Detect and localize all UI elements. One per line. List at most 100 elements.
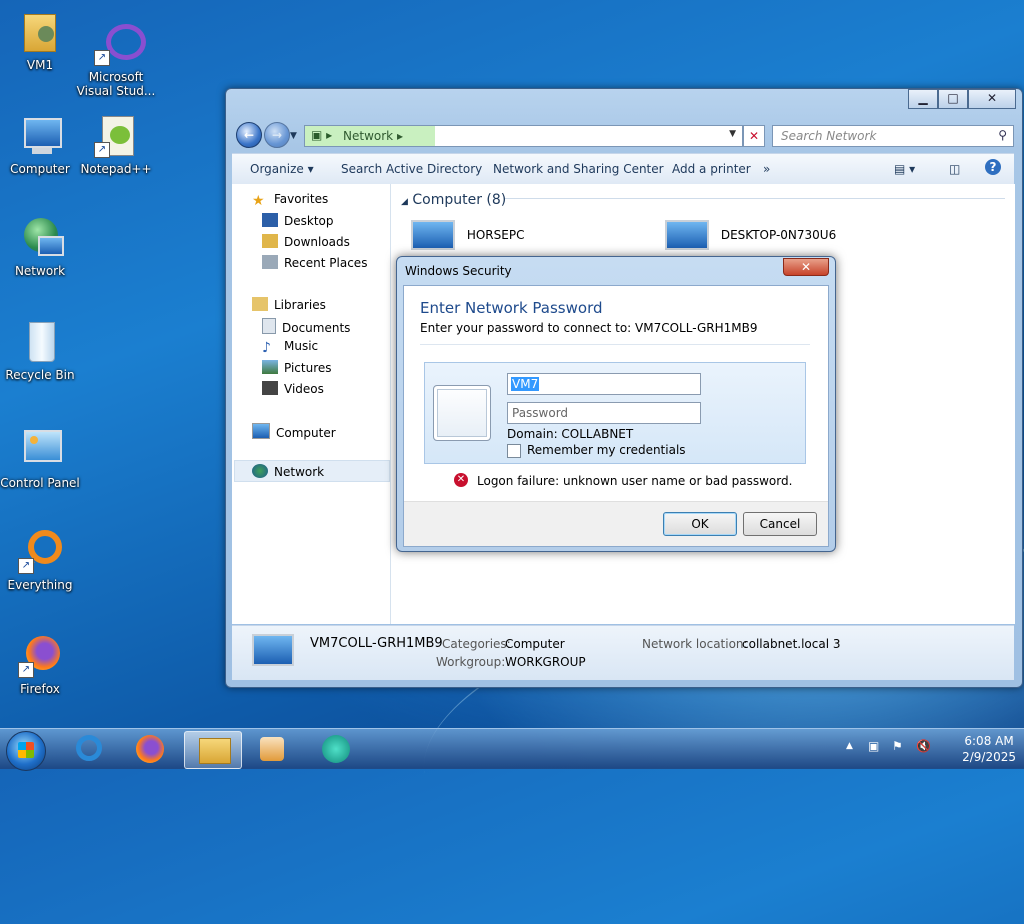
desktop-icon-visual-studio[interactable]: ↗ Microsoft Visual Stud... — [76, 20, 156, 98]
desktop-icon-recycle-bin[interactable]: Recycle Bin — [0, 318, 80, 382]
address-crumb-network[interactable]: Network — [343, 129, 393, 143]
recent-places-icon — [262, 255, 278, 269]
group-header[interactable]: ◢ Computer (8) — [401, 192, 506, 208]
dialog-divider — [420, 344, 810, 345]
documents-icon — [262, 318, 276, 334]
desktop-icon-firefox[interactable]: ↗ Firefox — [0, 632, 80, 696]
desktop-icon-notepadpp[interactable]: ↗ Notepad++ — [76, 112, 156, 176]
add-printer-button[interactable]: Add a printer — [672, 162, 751, 176]
clock-date: 2/9/2025 — [962, 750, 1016, 764]
forward-button[interactable]: → — [264, 122, 290, 148]
taskbar-internet-explorer[interactable] — [62, 731, 118, 767]
clock[interactable]: 6:08 AM 2/9/2025 — [962, 733, 1016, 765]
dialog-heading: Enter Network Password — [420, 299, 603, 317]
star-icon: ★ — [252, 193, 265, 209]
computer-name: HORSEPC — [466, 228, 525, 242]
search-icon[interactable]: ⚲ — [998, 128, 1007, 142]
address-bar[interactable]: ▣ ▸ Network ▸ ▼ — [304, 125, 743, 147]
desktop-icon-control-panel[interactable]: Control Panel — [0, 426, 80, 490]
desktop-icon-network[interactable]: Network — [0, 214, 80, 278]
taskbar-windows-explorer[interactable] — [184, 731, 242, 769]
view-options-icon[interactable]: ▤ ▾ — [894, 162, 915, 176]
everything-search-icon: ↗ — [16, 528, 64, 576]
desktop-icon-vm1[interactable]: VM1 — [0, 8, 80, 72]
firefox-icon — [136, 735, 164, 763]
cancel-button[interactable]: Cancel — [743, 512, 817, 536]
ok-button[interactable]: OK — [663, 512, 737, 536]
username-field[interactable]: VM7 — [507, 373, 701, 395]
details-location-label: Network location: — [642, 637, 748, 651]
internet-explorer-icon — [76, 735, 102, 761]
nav-downloads[interactable]: Downloads — [262, 234, 350, 249]
computer-name: DESKTOP-0N730U6 — [720, 228, 837, 242]
address-dropdown-icon[interactable]: ▼ — [729, 129, 736, 139]
computer-item[interactable]: DESKTOP-0N730U6 — [665, 220, 836, 250]
network-icon — [252, 464, 268, 478]
windows-logo-icon — [18, 742, 34, 758]
password-field[interactable]: Password — [507, 402, 701, 424]
windows-security-dialog: Windows Security ✕ Enter Network Passwor… — [396, 256, 836, 552]
crumb-separator-icon[interactable]: ▸ — [397, 129, 403, 143]
recent-pages-chevron-icon[interactable]: ▼ — [290, 131, 297, 141]
desktop-icon-label: Computer — [10, 162, 70, 176]
group-divider — [505, 198, 1005, 199]
help-icon[interactable]: ? — [985, 159, 1001, 175]
username-value: VM7 — [511, 377, 540, 391]
start-button[interactable] — [6, 731, 46, 771]
nav-computer[interactable]: Computer — [252, 423, 336, 440]
search-box[interactable]: Search Network ⚲ — [772, 125, 1014, 147]
network-tray-icon[interactable]: ▣ — [868, 739, 879, 753]
clock-time: 6:08 AM — [964, 734, 1014, 748]
search-input[interactable]: Search Network — [781, 129, 876, 143]
shortcut-arrow-icon: ↗ — [94, 50, 110, 66]
close-button[interactable]: ✕ — [968, 89, 1016, 109]
desktop-icon-everything[interactable]: ↗ Everything — [0, 528, 80, 592]
action-center-flag-icon[interactable]: ⚑ — [892, 739, 903, 753]
computer-item[interactable]: HORSEPC — [411, 220, 524, 250]
nav-desktop[interactable]: Desktop — [262, 213, 334, 228]
stop-button[interactable]: ✕ — [743, 125, 765, 147]
desktop-icon-label: Control Panel — [0, 476, 80, 490]
more-commands-button[interactable]: » — [763, 162, 770, 176]
taskbar-firefox[interactable] — [122, 731, 178, 767]
preview-pane-icon[interactable]: ◫ — [949, 162, 960, 176]
nav-videos[interactable]: Videos — [262, 381, 324, 396]
remember-credentials-checkbox[interactable] — [507, 444, 521, 458]
nav-recent-places[interactable]: Recent Places — [262, 255, 367, 270]
dialog-close-button[interactable]: ✕ — [783, 258, 829, 276]
show-hidden-icons-chevron[interactable]: ▲ — [846, 741, 853, 751]
desktop-icon-computer[interactable]: Computer — [0, 112, 80, 176]
film-icon — [262, 381, 278, 395]
remember-credentials-label: Remember my credentials — [527, 443, 686, 457]
dialog-body: Enter Network Password Enter your passwo… — [403, 285, 829, 547]
downloads-folder-icon — [262, 234, 278, 248]
computer-icon — [252, 423, 270, 439]
dialog-title: Windows Security — [405, 264, 512, 278]
details-location-value: collabnet.local 3 — [742, 637, 841, 651]
network-sharing-center-button[interactable]: Network and Sharing Center — [493, 162, 664, 176]
notepadpp-icon: ↗ — [92, 112, 140, 160]
organize-button[interactable]: Organize ▾ — [250, 162, 314, 176]
desktop-icon-label: Everything — [7, 578, 73, 592]
user-folder-icon — [16, 8, 64, 56]
desktop-icon-label: Notepad++ — [80, 162, 152, 176]
back-button[interactable]: ← — [236, 122, 262, 148]
volume-muted-icon[interactable]: 🔇 — [916, 739, 931, 753]
nav-documents[interactable]: Documents — [262, 318, 350, 335]
recycle-bin-icon — [16, 318, 64, 366]
network-globe-icon — [16, 214, 64, 262]
nav-pictures[interactable]: Pictures — [262, 360, 332, 375]
collapse-triangle-icon: ◢ — [401, 197, 408, 207]
taskbar-media-player[interactable] — [244, 731, 300, 767]
taskbar-app[interactable] — [308, 731, 364, 767]
search-active-directory-button[interactable]: Search Active Directory — [341, 162, 482, 176]
minimize-button[interactable]: ▁ — [908, 89, 938, 109]
desktop-icon-label: Microsoft Visual Stud... — [76, 70, 156, 98]
nav-favorites[interactable]: ★ Favorites — [252, 192, 328, 209]
credential-tile: VM7 Password Domain: COLLABNET Remember … — [424, 362, 806, 464]
maximize-button[interactable]: □ — [938, 89, 968, 109]
nav-libraries[interactable]: Libraries — [252, 297, 326, 312]
details-categories-value: Computer — [505, 637, 565, 651]
nav-music[interactable]: ♪ Music — [262, 339, 318, 356]
nav-network[interactable]: Network — [252, 464, 324, 479]
